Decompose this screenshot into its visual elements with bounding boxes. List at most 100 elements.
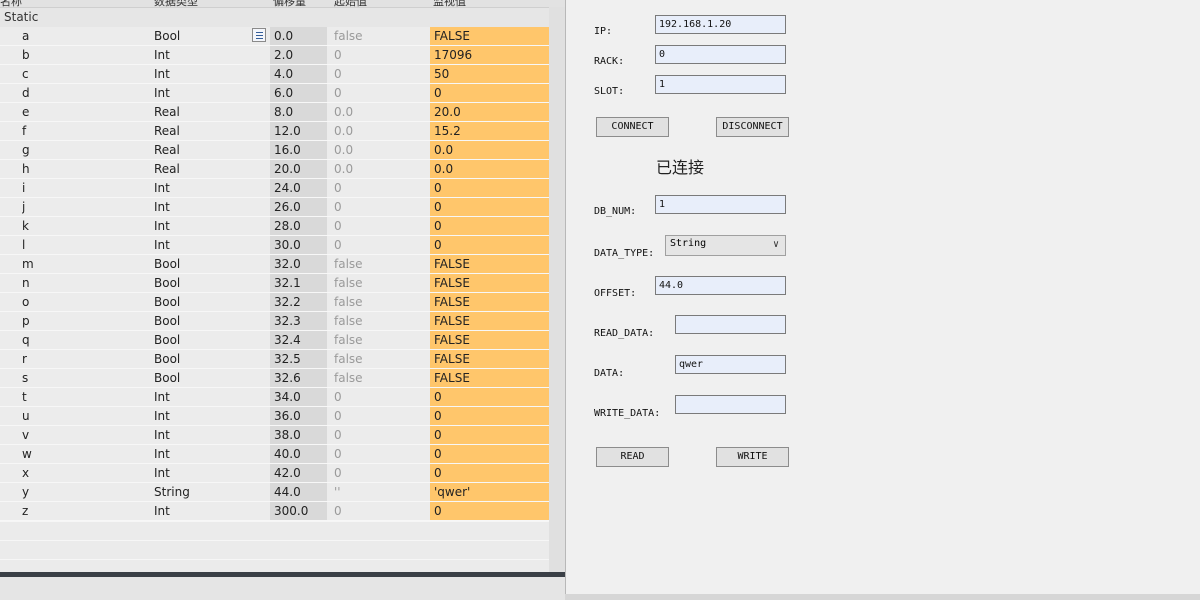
var-start-cell[interactable]: false	[334, 312, 424, 330]
table-row[interactable]: v Int 38.0 0 0	[0, 426, 565, 445]
var-monitor-cell[interactable]: 0	[430, 84, 549, 102]
var-monitor-cell[interactable]: 0	[430, 445, 549, 463]
var-start-cell[interactable]: 0	[334, 84, 424, 102]
var-monitor-cell[interactable]: 0	[430, 217, 549, 235]
var-monitor-cell[interactable]: 0	[430, 179, 549, 197]
var-start-cell[interactable]: 0.0	[334, 103, 424, 121]
static-section-row[interactable]: Static	[0, 8, 565, 27]
var-start-cell[interactable]: 0	[334, 198, 424, 216]
var-monitor-cell[interactable]: FALSE	[430, 350, 549, 368]
disconnect-button[interactable]: DISCONNECT	[716, 117, 789, 137]
var-monitor-cell[interactable]: 0	[430, 388, 549, 406]
var-monitor-cell[interactable]: 50	[430, 65, 549, 83]
var-start-cell[interactable]: 0.0	[334, 122, 424, 140]
var-monitor-cell[interactable]: 0	[430, 464, 549, 482]
var-monitor-cell[interactable]: FALSE	[430, 369, 549, 387]
empty-row[interactable]	[0, 559, 565, 572]
var-monitor-cell[interactable]: 0	[430, 502, 549, 520]
offset-input[interactable]	[655, 276, 786, 295]
var-start-cell[interactable]: 0	[334, 426, 424, 444]
table-row[interactable]: r Bool 32.5 false FALSE	[0, 350, 565, 369]
connect-button[interactable]: CONNECT	[596, 117, 669, 137]
var-monitor-cell[interactable]: 0.0	[430, 141, 549, 159]
data-input[interactable]	[675, 355, 786, 374]
var-monitor-cell[interactable]: 0.0	[430, 160, 549, 178]
var-monitor-cell[interactable]: 0	[430, 198, 549, 216]
var-monitor-cell[interactable]: FALSE	[430, 331, 549, 349]
var-start-cell[interactable]: 0	[334, 445, 424, 463]
var-start-cell[interactable]: 0	[334, 502, 424, 520]
table-row[interactable]: t Int 34.0 0 0	[0, 388, 565, 407]
db-num-input[interactable]	[655, 195, 786, 214]
rack-input[interactable]	[655, 45, 786, 64]
var-start-cell[interactable]: false	[334, 27, 424, 45]
var-start-cell[interactable]: false	[334, 255, 424, 273]
var-monitor-cell[interactable]: 0	[430, 236, 549, 254]
var-monitor-cell[interactable]: FALSE	[430, 255, 549, 273]
table-row[interactable]: e Real 8.0 0.0 20.0	[0, 103, 565, 122]
var-monitor-cell[interactable]: 'qwer'	[430, 483, 549, 501]
write-data-input[interactable]	[675, 395, 786, 414]
col-header-start[interactable]: 起始值	[334, 0, 367, 7]
col-header-name[interactable]: 名称	[0, 0, 22, 7]
table-row[interactable]: h Real 20.0 0.0 0.0	[0, 160, 565, 179]
table-row[interactable]: k Int 28.0 0 0	[0, 217, 565, 236]
var-start-cell[interactable]: 0	[334, 179, 424, 197]
ip-input[interactable]	[655, 15, 786, 34]
table-row[interactable]: m Bool 32.0 false FALSE	[0, 255, 565, 274]
var-start-cell[interactable]: 0	[334, 464, 424, 482]
var-monitor-cell[interactable]: 17096	[430, 46, 549, 64]
var-start-cell[interactable]: 0	[334, 236, 424, 254]
var-start-cell[interactable]: false	[334, 274, 424, 292]
var-monitor-cell[interactable]: FALSE	[430, 274, 549, 292]
table-row[interactable]: g Real 16.0 0.0 0.0	[0, 141, 565, 160]
table-row[interactable]: z Int 300.0 0 0	[0, 502, 565, 521]
table-row[interactable]: i Int 24.0 0 0	[0, 179, 565, 198]
table-row[interactable]: b Int 2.0 0 17096	[0, 46, 565, 65]
var-start-cell[interactable]: 0	[334, 407, 424, 425]
var-start-cell[interactable]: 0.0	[334, 141, 424, 159]
var-monitor-cell[interactable]: 20.0	[430, 103, 549, 121]
table-row[interactable]: n Bool 32.1 false FALSE	[0, 274, 565, 293]
table-row[interactable]: q Bool 32.4 false FALSE	[0, 331, 565, 350]
var-monitor-cell[interactable]: 0	[430, 426, 549, 444]
var-start-cell[interactable]: 0	[334, 388, 424, 406]
table-row[interactable]: s Bool 32.6 false FALSE	[0, 369, 565, 388]
var-start-cell[interactable]: 0.0	[334, 160, 424, 178]
table-row[interactable]: y String 44.0 '' 'qwer'	[0, 483, 565, 502]
var-start-cell[interactable]: 0	[334, 217, 424, 235]
empty-row[interactable]	[0, 540, 565, 559]
var-start-cell[interactable]: false	[334, 369, 424, 387]
var-start-cell[interactable]: false	[334, 350, 424, 368]
table-row[interactable]: f Real 12.0 0.0 15.2	[0, 122, 565, 141]
var-monitor-cell[interactable]: FALSE	[430, 27, 549, 45]
table-row[interactable]: o Bool 32.2 false FALSE	[0, 293, 565, 312]
write-button[interactable]: WRITE	[716, 447, 789, 467]
var-monitor-cell[interactable]: FALSE	[430, 293, 549, 311]
table-row[interactable]: p Bool 32.3 false FALSE	[0, 312, 565, 331]
var-start-cell[interactable]: false	[334, 331, 424, 349]
var-start-cell[interactable]: false	[334, 293, 424, 311]
var-start-cell[interactable]: 0	[334, 46, 424, 64]
table-row[interactable]: u Int 36.0 0 0	[0, 407, 565, 426]
table-row[interactable]: x Int 42.0 0 0	[0, 464, 565, 483]
table-row[interactable]: l Int 30.0 0 0	[0, 236, 565, 255]
table-row[interactable]: c Int 4.0 0 50	[0, 65, 565, 84]
read-button[interactable]: READ	[596, 447, 669, 467]
read-data-input[interactable]	[675, 315, 786, 334]
table-row[interactable]: d Int 6.0 0 0	[0, 84, 565, 103]
var-monitor-cell[interactable]: FALSE	[430, 312, 549, 330]
slot-input[interactable]	[655, 75, 786, 94]
data-type-select[interactable]: String ∨	[665, 235, 786, 256]
table-row[interactable]: j Int 26.0 0 0	[0, 198, 565, 217]
col-header-offset[interactable]: 偏移量	[273, 0, 306, 7]
empty-row[interactable]	[0, 521, 565, 540]
var-start-cell[interactable]: 0	[334, 65, 424, 83]
table-row[interactable]: a Bool 0.0 false FALSE	[0, 27, 565, 46]
var-monitor-cell[interactable]: 15.2	[430, 122, 549, 140]
col-header-type[interactable]: 数据类型	[154, 0, 198, 7]
col-header-monitor[interactable]: 监视值	[433, 0, 466, 7]
var-start-cell[interactable]: ''	[334, 483, 424, 501]
type-list-icon[interactable]	[252, 28, 266, 42]
var-monitor-cell[interactable]: 0	[430, 407, 549, 425]
